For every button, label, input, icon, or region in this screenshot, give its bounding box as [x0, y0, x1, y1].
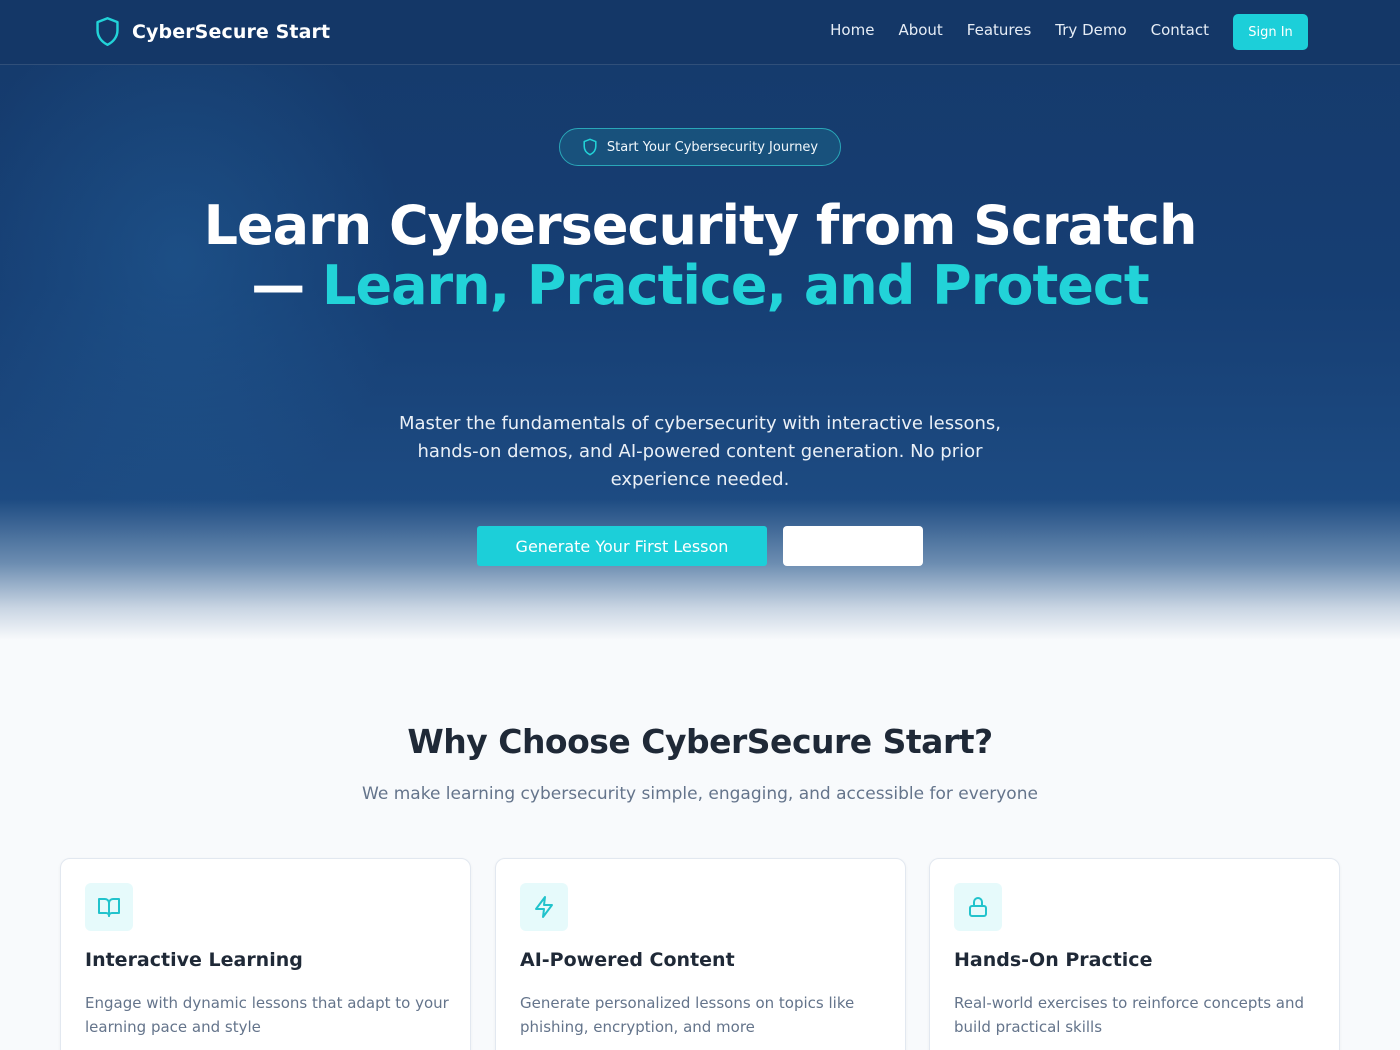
feature-card-ai-powered-content: AI-Powered Content Generate personalized…	[495, 858, 906, 1050]
secondary-cta-button[interactable]	[783, 526, 923, 566]
nav-link-try-demo[interactable]: Try Demo	[1055, 21, 1126, 39]
card-description: Generate personalized lessons on topics …	[520, 994, 855, 1036]
lock-icon	[969, 897, 987, 917]
nav-link-contact[interactable]: Contact	[1151, 21, 1209, 39]
journey-badge: Start Your Cybersecurity Journey	[559, 128, 841, 166]
card-icon-wrapper	[954, 883, 1002, 931]
feature-card-hands-on-practice: Hands-On Practice Real-world exercises t…	[929, 858, 1340, 1050]
sign-in-button[interactable]: Sign In	[1233, 14, 1308, 50]
brand-logo[interactable]: CyberSecure Start	[94, 16, 330, 47]
shield-icon	[583, 138, 597, 156]
section-subtitle: We make learning cybersecurity simple, e…	[362, 784, 1038, 804]
card-description: Engage with dynamic lessons that adapt t…	[85, 994, 449, 1036]
nav-link-about[interactable]: About	[898, 21, 942, 39]
card-title: Interactive Learning	[85, 949, 303, 971]
card-icon-wrapper	[520, 883, 568, 931]
nav-link-features[interactable]: Features	[967, 21, 1032, 39]
lightning-icon	[535, 896, 553, 918]
badge-text: Start Your Cybersecurity Journey	[606, 139, 819, 155]
card-description: Real-world exercises to reinforce concep…	[954, 994, 1305, 1036]
hero-subtitle: Master the fundamentals of cybersecurity…	[398, 413, 1001, 490]
brand-name: CyberSecure Start	[132, 20, 331, 43]
generate-lesson-button[interactable]: Generate Your First Lesson	[477, 526, 767, 566]
card-title: Hands-On Practice	[954, 949, 1153, 971]
card-title: AI-Powered Content	[520, 949, 735, 971]
feature-card-interactive-learning: Interactive Learning Engage with dynamic…	[60, 858, 471, 1050]
hero-title-accent: Learn, Practice, and Protect	[322, 254, 1150, 317]
shield-icon	[96, 16, 119, 47]
book-open-icon	[98, 898, 120, 917]
hero-title: Learn Cybersecurity from Scratch — Learn…	[200, 196, 1200, 316]
nav-links: Home About Features Try Demo Contact	[830, 21, 1209, 39]
card-icon-wrapper	[85, 883, 133, 931]
top-navbar: CyberSecure Start Home About Features Tr…	[0, 0, 1400, 65]
section-title: Why Choose CyberSecure Start?	[407, 722, 993, 761]
nav-link-home[interactable]: Home	[830, 21, 874, 39]
